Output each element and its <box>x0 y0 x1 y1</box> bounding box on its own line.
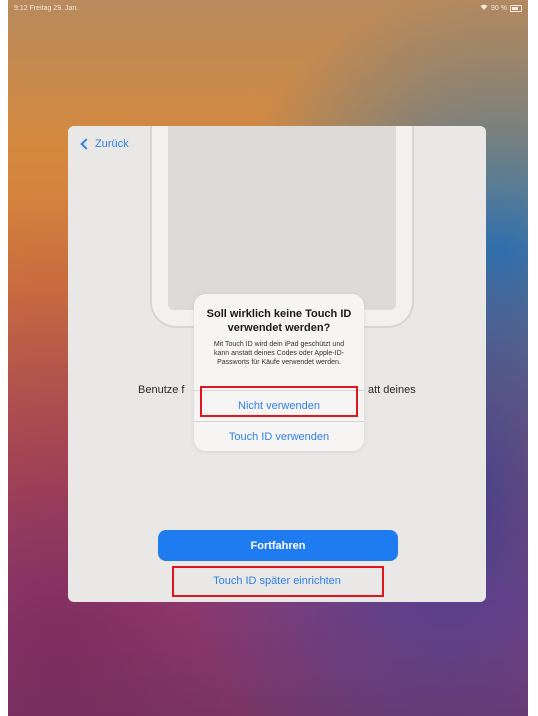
description-text-right: att deines <box>368 384 416 396</box>
description-text-left: Benutze f <box>138 384 185 396</box>
back-button[interactable]: Zurück <box>80 138 129 150</box>
dont-use-button[interactable]: Nicht verwenden <box>194 390 364 421</box>
battery-icon <box>510 4 522 12</box>
alert-title: Soll wirklich keine Touch ID verwendet w… <box>206 308 352 334</box>
status-right: 90 % <box>480 4 522 12</box>
status-time-date: 9:12 Freitag 29. Jan. <box>14 4 79 12</box>
chevron-left-icon <box>80 138 92 150</box>
status-bar: 9:12 Freitag 29. Jan. 90 % <box>8 0 528 16</box>
battery-percent: 90 % <box>491 4 507 12</box>
alert-message: Mit Touch ID wird dein iPad geschützt un… <box>213 340 345 366</box>
ipad-screen: 9:12 Freitag 29. Jan. 90 % Zurück Benutz… <box>8 0 528 716</box>
setup-later-button[interactable]: Touch ID später einrichten <box>172 566 382 596</box>
ipad-illustration-screen <box>168 126 396 310</box>
alert-dialog: Soll wirklich keine Touch ID verwendet w… <box>194 294 364 451</box>
wifi-icon <box>480 4 488 12</box>
continue-button[interactable]: Fortfahren <box>158 530 398 561</box>
back-button-label: Zurück <box>95 138 129 150</box>
setup-sheet: Zurück Benutze f att deines Soll wirklic… <box>68 126 486 602</box>
use-touch-id-button[interactable]: Touch ID verwenden <box>194 421 364 451</box>
